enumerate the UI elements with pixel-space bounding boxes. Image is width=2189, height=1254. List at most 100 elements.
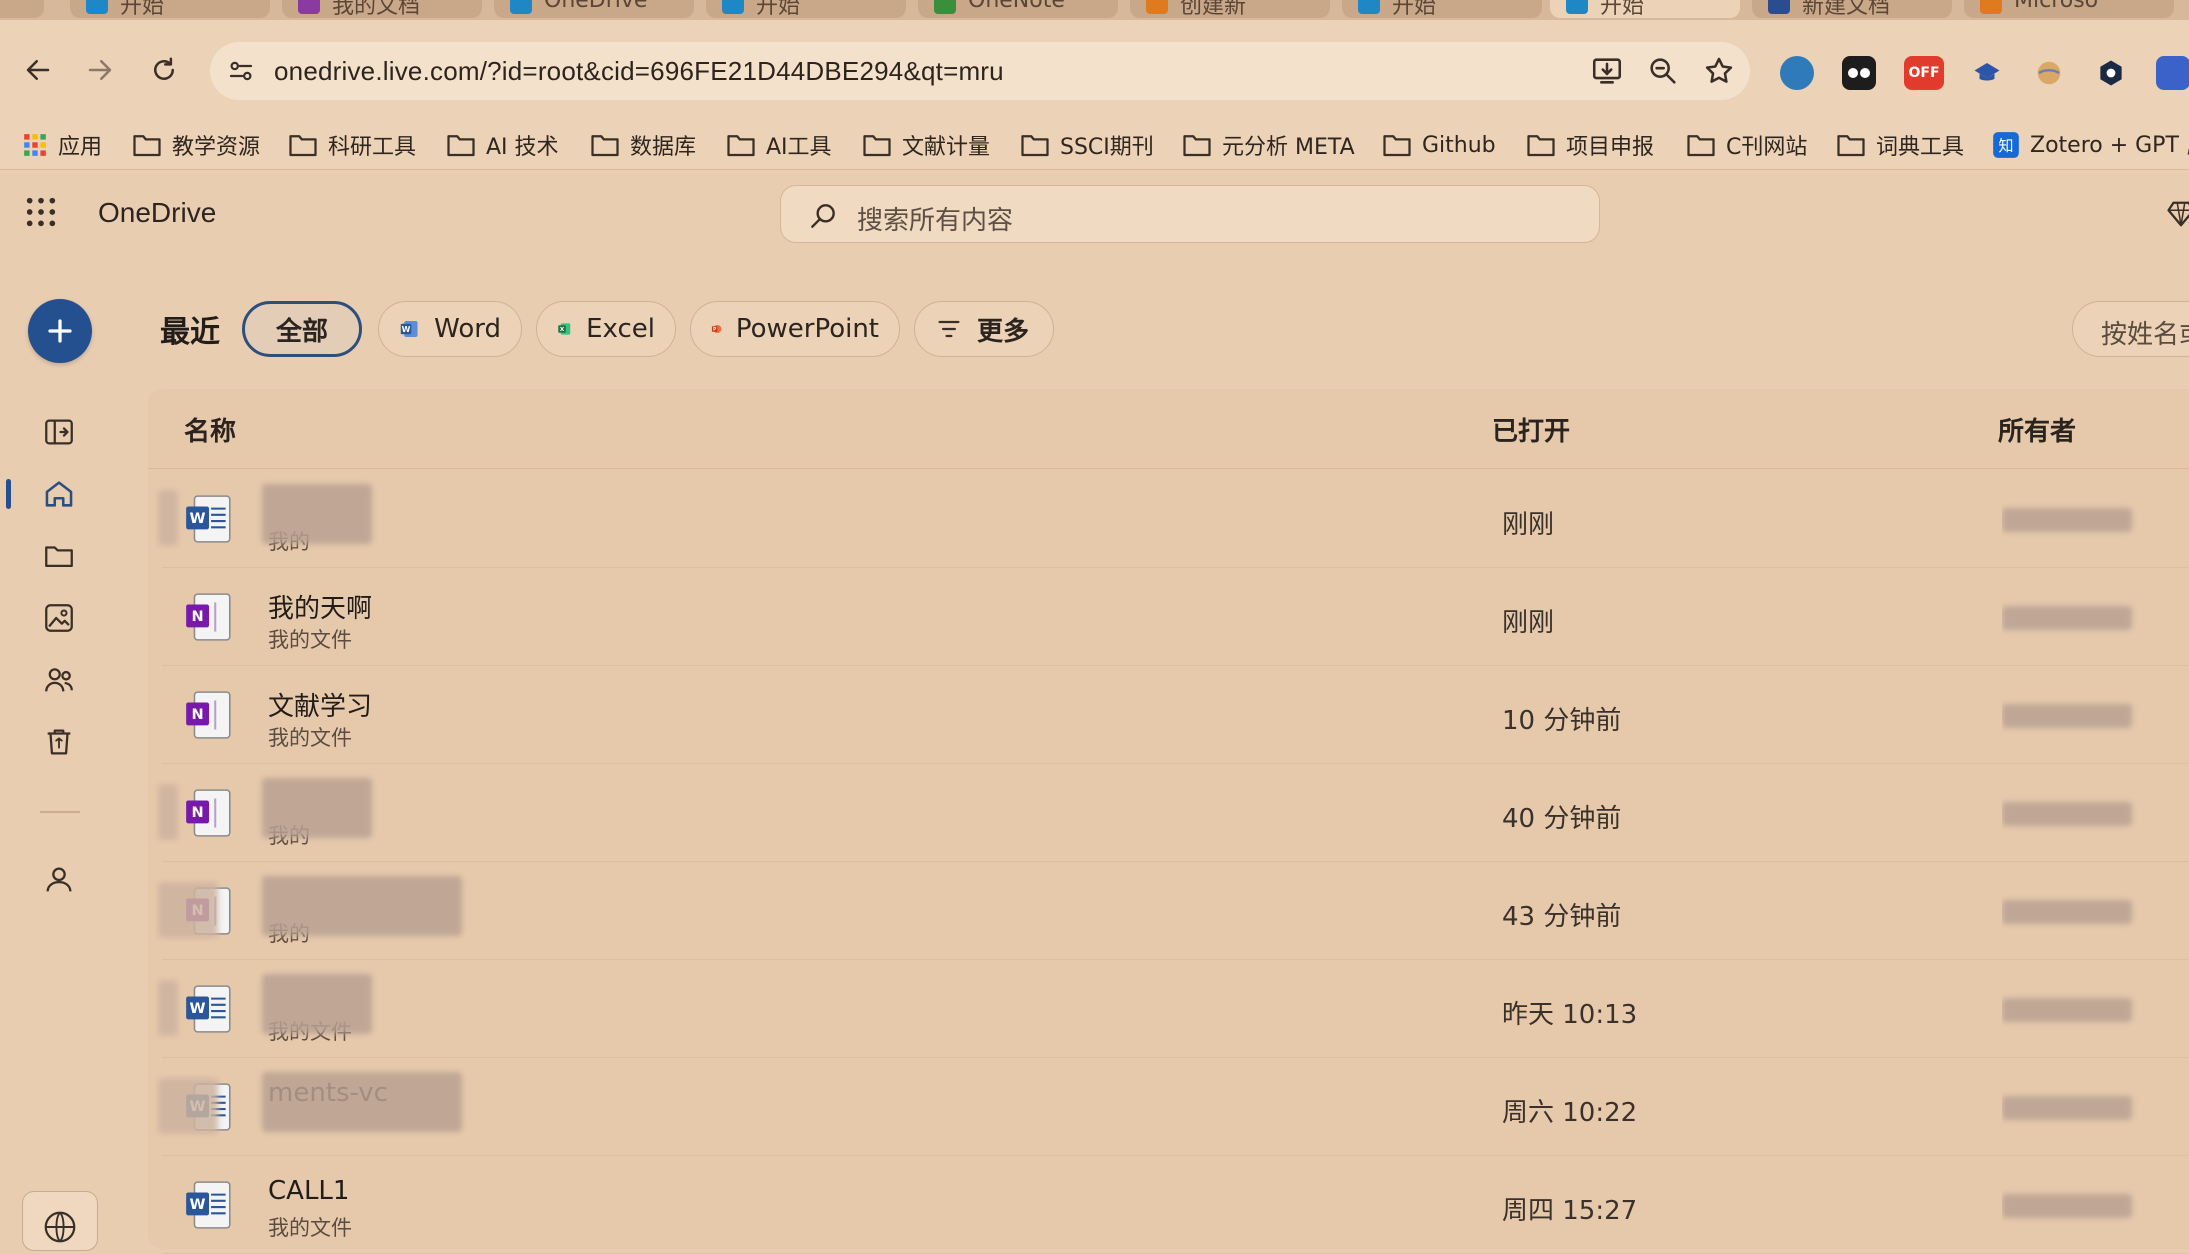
storage-card[interactable] (22, 1191, 98, 1251)
filter-by-name-input[interactable]: 按姓名或 (2072, 301, 2189, 357)
premium-diamond-icon[interactable] (2166, 199, 2189, 229)
tab-favicon (1768, 0, 1790, 14)
file-owner-redacted (2002, 990, 2152, 1030)
my-files-folder-icon[interactable] (42, 539, 76, 573)
bookmark-folder[interactable]: 词典工具 (1836, 120, 1964, 170)
file-name[interactable]: CALL1 (268, 1176, 349, 1206)
file-row[interactable]: N 文献学习 我的文件 10 分钟前 (162, 666, 2189, 764)
bookmark-apps[interactable]: 应用 (22, 120, 102, 170)
filter-word-pill[interactable]: W Word (378, 301, 522, 357)
search-box[interactable]: 搜索所有内容 (780, 185, 1600, 243)
extension-translate-icon[interactable] (2032, 56, 2066, 90)
tab-label: 开始 (1392, 0, 1437, 18)
file-name[interactable]: 文献学习 (268, 686, 372, 723)
bookmark-folder[interactable]: AI 技术 (446, 120, 559, 170)
bookmark-zhihu[interactable]: 知 Zotero + GPT , (1992, 120, 2189, 170)
browser-tab[interactable]: OneNote (918, 0, 1118, 18)
filter-more-pill[interactable]: 更多 (914, 301, 1054, 357)
bookmark-label: 科研工具 (328, 135, 417, 160)
redaction-blur (158, 490, 178, 546)
browser-tab[interactable]: 我的文档 (282, 0, 482, 18)
back-button[interactable] (18, 50, 58, 90)
home-icon[interactable] (42, 477, 76, 511)
tab-label: 开始 (120, 0, 165, 18)
redaction-blur (2002, 1194, 2132, 1218)
browser-tab-pinned[interactable] (0, 0, 44, 18)
svg-text:N: N (191, 609, 203, 625)
browser-tab[interactable]: 开始 (1342, 0, 1542, 18)
tab-favicon (298, 0, 320, 14)
word-icon: W (400, 321, 418, 337)
filter-excel-pill[interactable]: X Excel (536, 301, 676, 357)
extension-off-badge[interactable]: OFF (1904, 56, 1944, 90)
filter-all-pill[interactable]: 全部 (242, 301, 362, 357)
account-person-icon[interactable] (42, 863, 76, 897)
browser-tab[interactable]: 创建新 (1130, 0, 1330, 18)
redaction-blur (262, 876, 462, 936)
file-row[interactable]: N 我的天啊 我的文件 刚刚 (162, 568, 2189, 666)
column-header-opened[interactable]: 已打开 (1492, 411, 1570, 448)
redaction-blur (2002, 998, 2132, 1022)
extension-hexagon-icon[interactable] (2094, 56, 2128, 90)
bookmark-folder[interactable]: 科研工具 (288, 120, 416, 170)
browser-tab[interactable]: Microso (1964, 0, 2174, 18)
bookmark-folder[interactable]: C刊网站 (1686, 120, 1807, 170)
file-opened-time: 10 分钟前 (1502, 706, 1622, 736)
recycle-bin-icon[interactable] (42, 725, 76, 759)
filter-powerpoint-pill[interactable]: P PowerPoint (690, 301, 900, 357)
bookmark-folder[interactable]: 数据库 (590, 120, 696, 170)
extension-globe-icon[interactable] (1780, 56, 1814, 90)
file-opened-time: 40 分钟前 (1502, 804, 1622, 834)
file-row[interactable]: W我的文件昨天 10:13 (158, 960, 2189, 1058)
address-bar[interactable]: onedrive.live.com/?id=root&cid=696FE21D4… (210, 42, 1750, 100)
bookmark-folder[interactable]: 教学资源 (132, 120, 260, 170)
bookmark-folder[interactable]: 元分析 META (1182, 120, 1355, 170)
onedrive-app: OneDrive 搜索所有内容 最近 全部 W Word X Excel P P… (0, 171, 2189, 1254)
install-app-icon[interactable] (1590, 54, 1624, 88)
svg-text:W: W (402, 325, 411, 334)
browser-tab-active[interactable]: 开始 (1550, 0, 1740, 18)
extension-scholar-icon[interactable] (1970, 56, 2004, 90)
app-launcher-icon[interactable] (24, 195, 58, 229)
site-settings-icon[interactable] (226, 56, 256, 86)
bookmark-folder[interactable]: SSCI期刊 (1020, 120, 1154, 170)
file-row[interactable]: W CALL1 我的文件 周四 15:27 (162, 1156, 2189, 1254)
redaction-blur (2002, 900, 2132, 924)
file-row[interactable]: N我的43 分钟前 (158, 862, 2189, 960)
redaction-blur (262, 778, 372, 838)
extension-translate-g-icon[interactable] (2156, 56, 2189, 90)
tab-favicon (722, 0, 744, 14)
bookmark-label: C刊网站 (1726, 135, 1808, 160)
svg-text:N: N (191, 707, 203, 723)
column-header-name[interactable]: 名称 (184, 411, 236, 448)
file-row[interactable]: W我的刚刚 (158, 470, 2189, 568)
column-header-owner[interactable]: 所有者 (1998, 411, 2076, 448)
zoom-icon[interactable] (1646, 54, 1680, 88)
file-opened-time: 昨天 10:13 (1502, 1000, 1638, 1030)
globe-icon (44, 1211, 76, 1243)
search-icon (811, 204, 835, 228)
bookmark-folder[interactable]: Github (1382, 120, 1496, 170)
word-file-icon: W (186, 495, 231, 543)
file-row[interactable]: Wments-vc周六 10:22 (158, 1058, 2189, 1156)
collapse-nav-icon[interactable] (42, 415, 76, 449)
shared-people-icon[interactable] (42, 663, 76, 697)
redaction-blur (158, 882, 218, 938)
create-new-button[interactable] (28, 299, 92, 363)
browser-tab[interactable]: 新建文档 (1752, 0, 1952, 18)
file-row[interactable]: N我的40 分钟前 (158, 764, 2189, 862)
filter-all-label: 全部 (275, 316, 328, 347)
reload-button[interactable] (144, 50, 184, 90)
extension-tampermonkey-icon[interactable] (1842, 56, 1876, 90)
app-brand[interactable]: OneDrive (98, 197, 216, 229)
browser-tab[interactable]: 开始 (70, 0, 270, 18)
bookmark-folder[interactable]: 文献计量 (862, 120, 990, 170)
forward-button[interactable] (80, 50, 120, 90)
browser-tab[interactable]: 开始 (706, 0, 906, 18)
photos-icon[interactable] (42, 601, 76, 635)
bookmark-star-icon[interactable] (1702, 54, 1736, 88)
bookmark-folder[interactable]: 项目申报 (1526, 120, 1654, 170)
bookmark-folder[interactable]: AI工具 (726, 120, 832, 170)
browser-tab[interactable]: OneDrive (494, 0, 694, 18)
file-name[interactable]: 我的天啊 (268, 588, 372, 625)
